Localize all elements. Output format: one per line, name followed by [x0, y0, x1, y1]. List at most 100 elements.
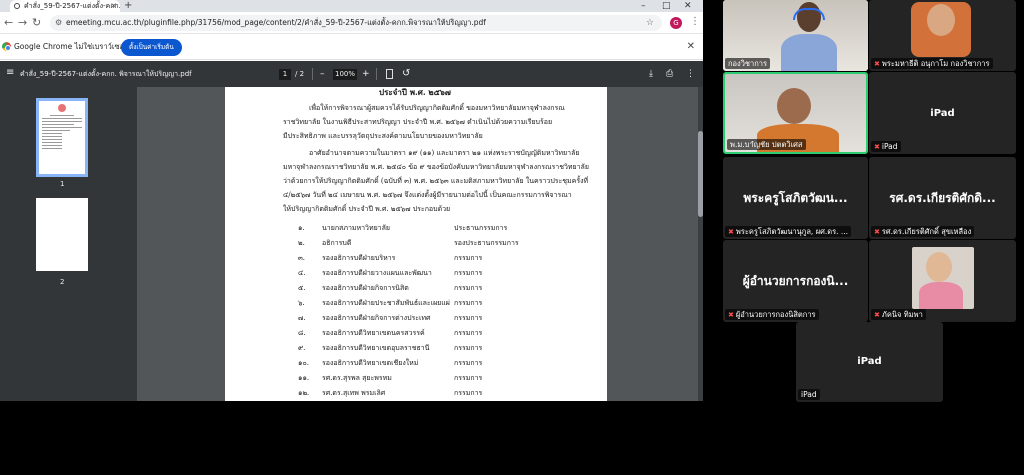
committee-member-role: กรรมการ [454, 299, 483, 307]
zoom-out-icon[interactable]: – [320, 61, 325, 87]
participant-center-name: พระครูโสภิตวัฒน... [743, 191, 848, 205]
committee-member-role: กรรมการ [454, 284, 483, 292]
committee-member-name: นายกสภามหาวิทยาลัย [322, 224, 391, 232]
mic-off-icon: ✖ [874, 228, 880, 236]
participant-tile[interactable]: iPad ✖ iPad [869, 72, 1016, 154]
default-browser-infobar: Google Chrome ไม่ใช่เบราว์เซอร์ที่ตั้งค่… [0, 34, 703, 60]
participant-name: กองวิชาการ [725, 58, 771, 69]
paragraph-line: มหาจุฬาลงกรณราชวิทยาลัย พ.ศ. ๒๕๔๐ ข้อ ๙ … [283, 163, 589, 171]
more-actions-icon[interactable]: ⋮ [686, 61, 695, 87]
mic-off-icon: ✖ [874, 311, 880, 319]
participant-photo-face [927, 4, 955, 36]
participant-photo-body [919, 282, 963, 309]
participant-tile[interactable]: ✖ ภัคนิจ ทิมพา [869, 240, 1016, 322]
participant-tile[interactable]: พระครูโสภิตวัฒน... ✖ พระครูโสภิตวัฒนานุกู… [723, 157, 868, 239]
zoom-input[interactable]: 100% [333, 69, 357, 80]
toolbar-divider [376, 68, 377, 80]
paragraph-line: เพื่อให้การพิจารณาผู้สมควรได้รับปริญญากิ… [309, 104, 565, 112]
maximize-icon[interactable]: □ [662, 0, 671, 12]
thumbnail-label: 1 [60, 180, 65, 188]
page-number-input[interactable]: 1 [279, 69, 291, 80]
participant-name: iPad [798, 389, 820, 400]
committee-member-name: รองอธิการบดีฝ่ายวางแผนและพัฒนา [322, 269, 432, 277]
pdf-title: คำสั่ง_59-ปี-2567-แต่งตั้ง-คกก. พิจารณาใ… [20, 70, 192, 78]
participant-name: ✖ พระครูโสภิตวัฒนานุกูล, ผศ.ดร. ... [725, 226, 852, 237]
new-tab-icon[interactable]: + [124, 0, 132, 12]
address-bar[interactable]: ⚙ emeeting.mcu.ac.th/pluginfile.php/3175… [50, 15, 662, 31]
print-icon[interactable]: ⎙ [666, 61, 673, 87]
infobar-close-icon[interactable]: ✕ [687, 41, 695, 52]
participant-name: ✖ iPad [871, 141, 901, 152]
window-close-icon[interactable]: ✕ [684, 0, 692, 12]
committee-member-name: รองอธิการบดีฝ่ายประชาสัมพันธ์และเผยแผ่ [322, 299, 450, 307]
committee-member-role: กรรมการ [454, 344, 483, 352]
profile-avatar[interactable]: G [670, 17, 682, 29]
paragraph-line: อาศัยอำนาจตามความในมาตรา ๑๙ (๑๑) และมาตร… [309, 149, 580, 157]
committee-row-number: ๗. [298, 314, 306, 322]
seal-icon [58, 104, 66, 112]
participant-center-name: iPad [857, 356, 882, 367]
committee-member-role: กรรมการ [454, 254, 483, 262]
pdf-scrollbar[interactable] [698, 87, 703, 401]
committee-member-role: กรรมการ [454, 374, 483, 382]
site-info-icon[interactable]: ⚙ [55, 15, 62, 31]
toolbar-divider [312, 68, 313, 80]
participant-name: พ.ม.บาํญชัย ปตตวิเศส [727, 139, 806, 150]
committee-member-role: กรรมการ [454, 314, 483, 322]
page-thumbnail-2[interactable] [36, 198, 88, 271]
back-icon[interactable]: ← [4, 16, 13, 29]
participant-tile-active[interactable]: พ.ม.บาํญชัย ปตตวิเศส [723, 72, 868, 154]
committee-member-name: รองอธิการบดีฝ่ายกิจการนิสิต [322, 284, 409, 292]
download-icon[interactable]: ⤓ [649, 61, 653, 87]
participant-name: ✖ รศ.ดร.เกียรติศักดิ์ สุขเหลือง [871, 226, 975, 237]
committee-member-name: รองอธิการบดีฝ่ายบริหาร [322, 254, 396, 262]
committee-member-role: กรรมการ [454, 269, 483, 277]
scrollbar-thumb[interactable] [698, 131, 703, 217]
url-text: emeeting.mcu.ac.th/pluginfile.php/31756/… [66, 18, 486, 27]
browser-toolbar: ← → ↻ ⚙ emeeting.mcu.ac.th/pluginfile.ph… [0, 12, 703, 34]
committee-row-number: ๙. [298, 344, 306, 352]
mic-off-icon: ✖ [874, 60, 880, 68]
reload-icon[interactable]: ↻ [32, 16, 41, 29]
rotate-icon[interactable]: ↺ [402, 61, 410, 87]
participant-video-face [777, 88, 811, 124]
committee-member-role: กรรมการ [454, 389, 483, 397]
committee-row-number: ๖. [298, 299, 305, 307]
mic-off-icon: ✖ [728, 311, 734, 319]
page-total: / 2 [295, 70, 305, 78]
committee-row-number: ๑๐. [298, 359, 309, 367]
participant-photo-face [926, 252, 952, 282]
bookmark-star-icon[interactable]: ☆ [646, 15, 654, 31]
forward-icon[interactable]: → [18, 16, 27, 29]
page-thumbnail-1[interactable] [36, 98, 88, 177]
mic-off-icon: ✖ [728, 228, 734, 236]
zoom-in-icon[interactable]: + [362, 61, 370, 87]
participant-tile[interactable]: รศ.ดร.เกียรติศักดิ... ✖ รศ.ดร.เกียรติศักด… [869, 157, 1016, 239]
set-default-button[interactable]: ตั้งเป็นค่าเริ่มต้น [121, 39, 182, 56]
tab-close-icon[interactable]: × [110, 0, 117, 12]
committee-member-role: ประธานกรรมการ [454, 224, 508, 232]
committee-member-name: รศ.ดร.สุเทพ พรมเลิศ [322, 389, 386, 397]
thumbnail-text-lines [42, 115, 82, 149]
participant-tile[interactable]: iPad iPad [796, 322, 943, 402]
pdf-viewer: 1 2 ประจำปี พ.ศ. ๒๕๖๗ เพื่อให้การพิจารณา… [0, 87, 703, 401]
participant-tile[interactable]: กองวิชาการ [723, 0, 868, 71]
committee-member-name: รองอธิการบดีวิทยาเขตนครสวรรค์ [322, 329, 425, 337]
participant-tile[interactable]: ผู้อำนวยการกองนิ... ✖ ผู้อำนวยการกองนิสิต… [723, 240, 868, 322]
participant-center-name: iPad [930, 108, 955, 119]
fit-page-icon[interactable] [386, 69, 393, 79]
tab-title: คำสั่ง_59-ปี-2567-แต่งตั้ง-คกก.พิ… [24, 2, 120, 10]
sidebar-menu-icon[interactable]: ≡ [6, 67, 14, 78]
pdf-toolbar: ≡ คำสั่ง_59-ปี-2567-แต่งตั้ง-คกก. พิจารณ… [0, 61, 703, 87]
committee-member-name: รองอธิการบดีวิทยาเขตอุบลราชธานี [322, 344, 430, 352]
committee-row-number: ๔. [298, 269, 306, 277]
headset-icon [793, 8, 825, 20]
minimize-icon[interactable]: – [641, 0, 646, 12]
participant-video-body [781, 34, 837, 71]
browser-menu-icon[interactable]: ⋮ [690, 16, 700, 27]
page-heading: ประจำปี พ.ศ. ๒๕๖๗ [379, 87, 451, 97]
committee-row-number: ๑๒. [298, 389, 310, 397]
participant-center-name: ผู้อำนวยการกองนิ... [742, 274, 849, 288]
participant-tile[interactable]: ✖ พระมหาธีติ อนุกาโม กองวิชาการ [869, 0, 1016, 71]
browser-tab[interactable]: คำสั่ง_59-ปี-2567-แต่งตั้ง-คกก.พิ… × [10, 0, 120, 12]
